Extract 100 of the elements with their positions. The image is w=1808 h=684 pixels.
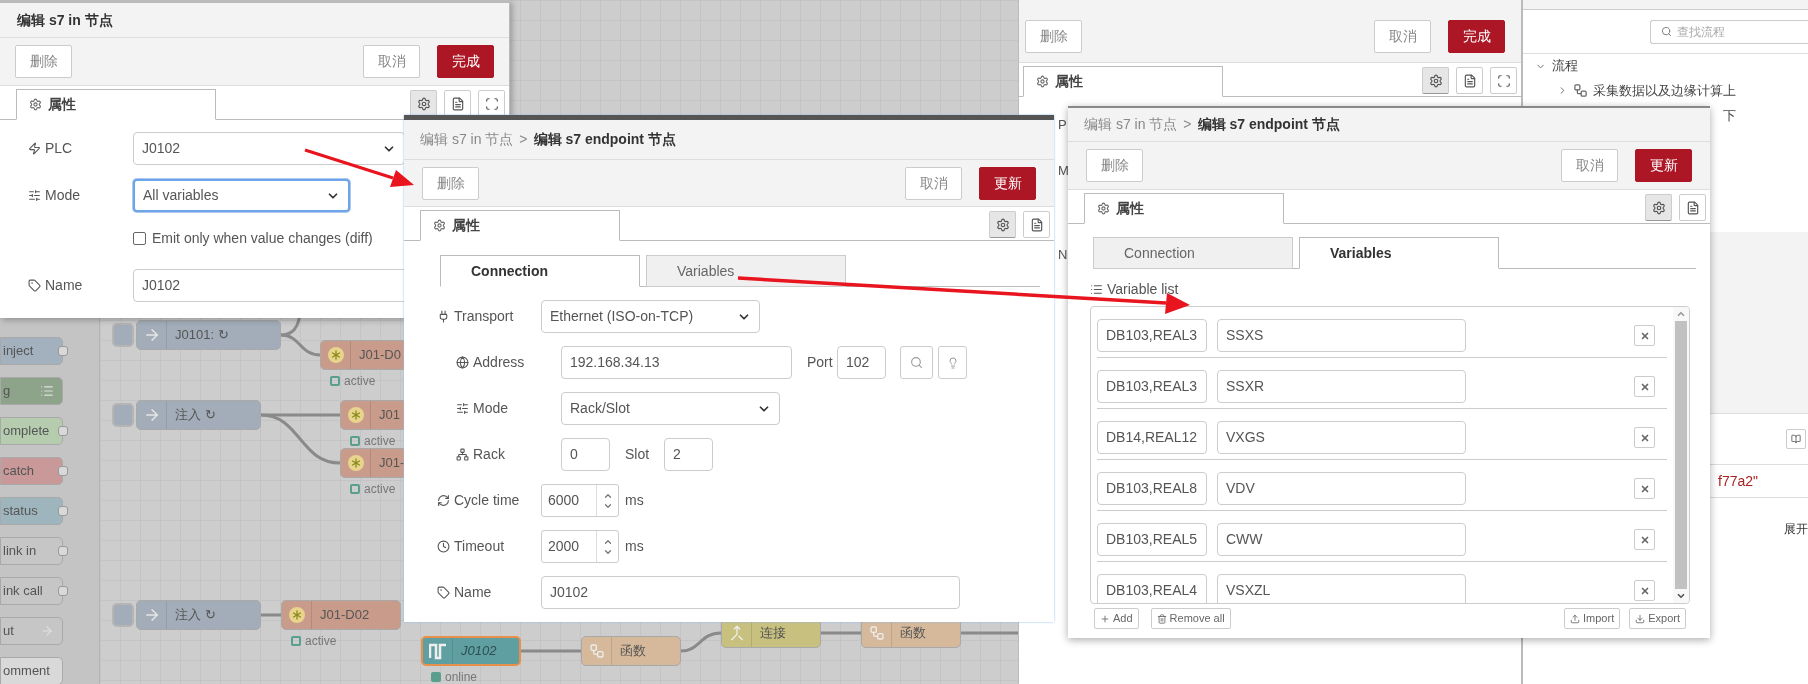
scroll-up-icon[interactable] (1676, 309, 1686, 319)
cancel-button[interactable]: 取消 (1561, 149, 1618, 182)
name-field[interactable]: CWW (1217, 523, 1466, 556)
close-icon (1639, 330, 1650, 341)
remove-button[interactable] (1634, 325, 1655, 346)
remove-all-button[interactable]: Remove all (1150, 608, 1231, 629)
gear-icon (416, 96, 431, 111)
scroll-thumb[interactable] (1675, 321, 1687, 589)
done-button[interactable]: 完成 (437, 45, 494, 78)
properties-tab[interactable]: 属性 (1084, 193, 1284, 224)
remove-button[interactable] (1634, 580, 1655, 601)
globe-icon (456, 356, 469, 369)
remove-button[interactable] (1634, 478, 1655, 499)
text-field[interactable]: 0 (561, 438, 610, 471)
palette-node[interactable]: omment (0, 657, 63, 684)
field-label: Address (473, 353, 525, 372)
address-field[interactable]: DB14,REAL12 (1097, 421, 1207, 454)
palette-node[interactable]: status (0, 497, 63, 525)
gear-icon (1651, 200, 1666, 215)
done-button[interactable]: 完成 (1448, 19, 1505, 53)
expand-link[interactable]: 展开 (1784, 520, 1808, 538)
update-button[interactable]: 更新 (979, 166, 1036, 200)
address-field[interactable]: DB103,REAL3 (1097, 370, 1207, 403)
tab[interactable]: Variables (646, 255, 846, 287)
select-field[interactable]: Ethernet (ISO-on-TCP) (541, 300, 760, 333)
document-icon (1462, 73, 1477, 88)
wire (961, 631, 1018, 635)
field-label: Port (807, 353, 834, 372)
dialog-title: 编辑 s7 in 节点 (17, 10, 113, 30)
document-button[interactable] (1679, 194, 1706, 221)
port (58, 346, 68, 356)
breadcrumb-separator: > (519, 130, 528, 149)
gear-icon (29, 98, 42, 111)
properties-tab[interactable]: 属性 (1023, 66, 1223, 97)
plus-icon (1100, 613, 1110, 624)
bolt-icon (28, 142, 41, 155)
expand-button[interactable] (478, 90, 505, 117)
tree-item[interactable]: 流程 (1523, 54, 1808, 78)
remove-button[interactable] (1634, 529, 1655, 550)
properties-tab[interactable]: 属性 (16, 89, 216, 120)
document-button[interactable] (1023, 211, 1050, 238)
name-field[interactable]: SSXS (1217, 319, 1466, 352)
remove-button[interactable] (1634, 376, 1655, 397)
delete-button[interactable]: 删除 (1025, 19, 1082, 53)
tree-item-text[interactable]: 下 (1723, 105, 1736, 126)
delete-button[interactable]: 删除 (15, 45, 72, 78)
address-field[interactable]: DB103,REAL5 (1097, 523, 1207, 556)
document-button[interactable] (444, 90, 471, 117)
palette-node[interactable]: ut (0, 617, 63, 645)
name-field[interactable]: VDV (1217, 472, 1466, 505)
delete-button[interactable]: 删除 (1086, 149, 1143, 182)
palette-node[interactable]: link in (0, 537, 63, 565)
palette-node[interactable]: omplete (0, 417, 63, 445)
scroll-down-icon[interactable] (1676, 591, 1686, 601)
port (58, 546, 68, 556)
port (58, 426, 68, 436)
cancel-button[interactable]: 取消 (905, 166, 962, 200)
cancel-button[interactable]: 取消 (363, 45, 420, 78)
merge-icon (728, 625, 745, 641)
address-field[interactable]: DB103,REAL3 (1097, 319, 1207, 352)
gear-icon (1097, 202, 1110, 215)
text-field[interactable]: J0102 (541, 576, 960, 609)
import-button[interactable]: Import (1564, 608, 1621, 629)
flow-node[interactable]: 函数 (581, 636, 681, 666)
remove-button[interactable] (1634, 427, 1655, 448)
tab[interactable]: Connection (1093, 237, 1293, 269)
text-field[interactable]: 2 (664, 438, 713, 471)
name-field[interactable]: VSXZL (1217, 574, 1466, 603)
dialog-title: 编辑 s7 endpoint 节点 (533, 130, 676, 149)
text-field[interactable]: 192.168.34.13 (561, 346, 792, 379)
settings-button[interactable] (410, 90, 437, 117)
tab[interactable]: Variables (1299, 237, 1499, 269)
address-field[interactable]: DB103,REAL8 (1097, 472, 1207, 505)
number-field[interactable]: 6000 (541, 484, 619, 517)
field-label: Transport (454, 307, 514, 326)
add-button[interactable]: Add (1094, 608, 1139, 629)
delete-button[interactable]: 删除 (422, 166, 479, 200)
palette-node[interactable]: ink call (0, 577, 63, 605)
unit-label: ms (625, 491, 644, 510)
update-button[interactable]: 更新 (1635, 149, 1692, 182)
export-button[interactable]: Export (1629, 608, 1686, 629)
select-field[interactable]: J0102 (133, 132, 405, 165)
text-field[interactable]: 102 (837, 346, 886, 379)
name-field[interactable]: VXGS (1217, 421, 1466, 454)
checkbox[interactable] (133, 232, 146, 245)
address-field[interactable]: DB103,REAL4 (1097, 574, 1207, 603)
document-button[interactable] (1456, 67, 1483, 94)
properties-tab[interactable]: 属性 (420, 210, 620, 241)
upload-icon (1570, 613, 1580, 624)
settings-button[interactable] (1422, 67, 1449, 94)
number-field[interactable]: 2000 (541, 530, 619, 563)
tab[interactable]: Connection (440, 255, 640, 287)
select-field[interactable]: All variables (133, 179, 350, 212)
name-field[interactable]: SSXR (1217, 370, 1466, 403)
settings-button[interactable] (989, 211, 1016, 238)
tree-item[interactable]: 采集数据以及边缘计算上 (1523, 78, 1808, 103)
book-button[interactable] (1786, 429, 1806, 449)
settings-button[interactable] (1645, 194, 1672, 221)
cancel-button[interactable]: 取消 (1374, 19, 1431, 53)
select-field[interactable]: Rack/Slot (561, 392, 780, 425)
